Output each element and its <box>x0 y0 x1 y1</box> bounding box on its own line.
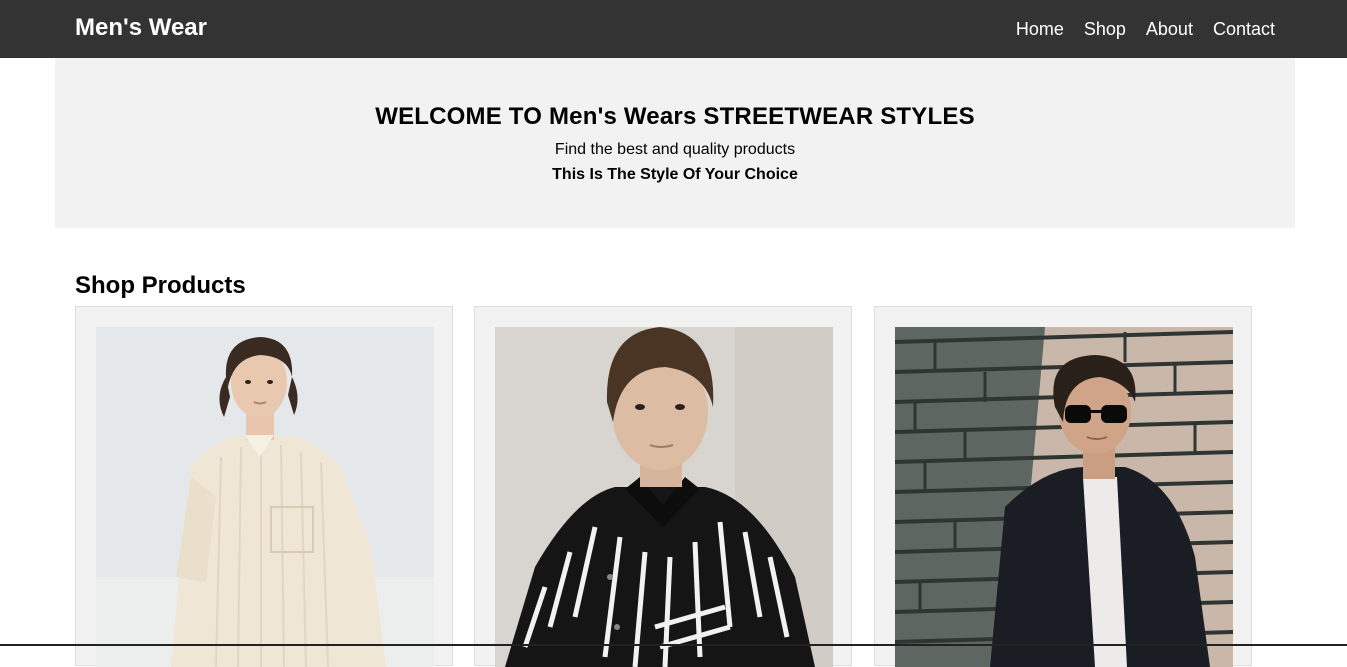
hero-subtitle: Find the best and quality products <box>554 141 796 158</box>
nav-home-link[interactable]: Home <box>1016 18 1064 40</box>
main-nav: Home Shop About Contact <box>1016 18 1275 40</box>
nav-shop-link[interactable]: Shop <box>1084 18 1126 40</box>
shop-products-heading: Shop Products <box>75 272 246 299</box>
nav-contact-link[interactable]: Contact <box>1213 18 1275 40</box>
nav-about-link[interactable]: About <box>1146 18 1193 40</box>
hero-title: WELCOME TO Men's Wears STREETWEAR STYLES <box>375 103 975 130</box>
product-card[interactable] <box>75 306 453 667</box>
product-image-2[interactable] <box>495 327 833 667</box>
hero-banner: WELCOME TO Men's Wears STREETWEAR STYLES… <box>55 58 1295 228</box>
top-navbar: Men's Wear Home Shop About Contact <box>0 0 1347 58</box>
product-card[interactable] <box>874 306 1252 667</box>
hero-tagline: This Is The Style Of Your Choice <box>552 166 798 183</box>
product-image-1[interactable] <box>96 327 434 667</box>
product-card[interactable] <box>474 306 852 667</box>
product-image-3[interactable] <box>895 327 1233 667</box>
site-brand[interactable]: Men's Wear <box>75 14 207 42</box>
